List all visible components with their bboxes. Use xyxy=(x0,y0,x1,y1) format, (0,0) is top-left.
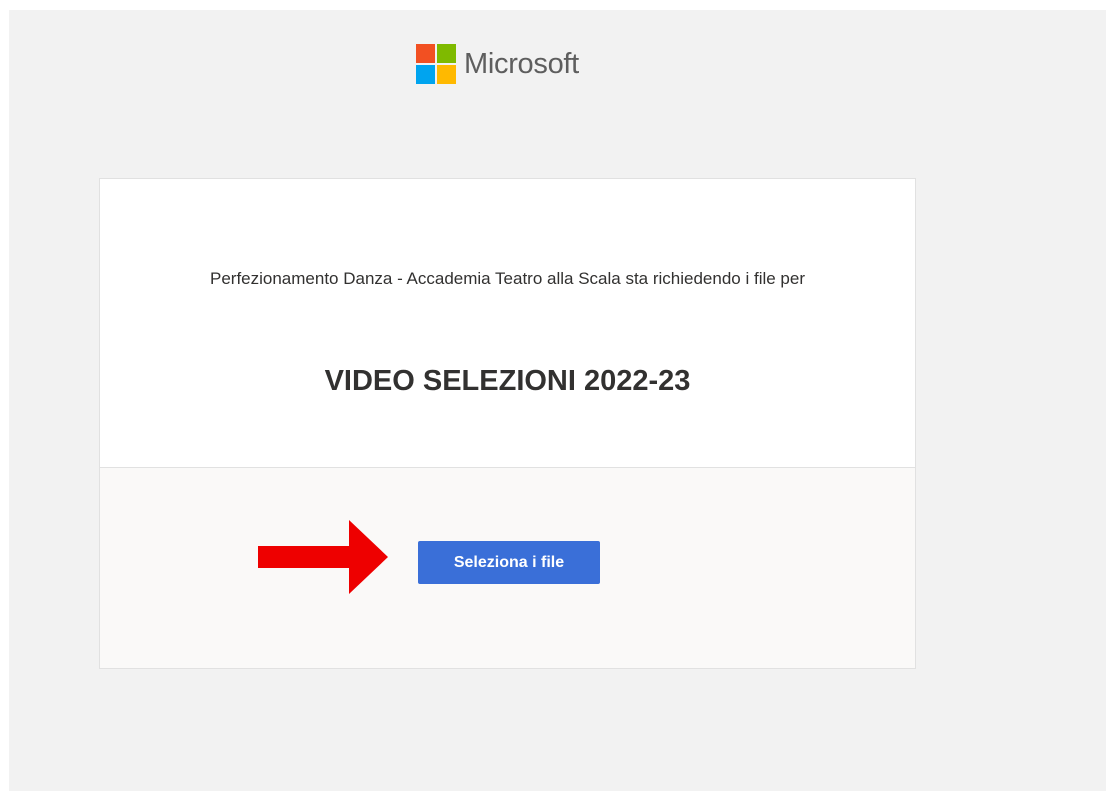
card-header-section: Perfezionamento Danza - Accademia Teatro… xyxy=(100,179,915,468)
brand-header: Microsoft xyxy=(416,44,579,84)
requester-text: Perfezionamento Danza - Accademia Teatro… xyxy=(209,269,806,288)
arrow-shape xyxy=(258,520,388,594)
card-action-section: Seleziona i file xyxy=(100,468,915,668)
microsoft-logo-icon xyxy=(416,44,456,84)
logo-square-red xyxy=(416,44,435,63)
request-title: VIDEO SELEZIONI 2022-23 xyxy=(324,365,691,397)
logo-square-blue xyxy=(416,65,435,84)
logo-square-yellow xyxy=(437,65,456,84)
logo-square-green xyxy=(437,44,456,63)
right-arrow-icon xyxy=(258,520,388,594)
file-request-card: Perfezionamento Danza - Accademia Teatro… xyxy=(99,178,916,669)
select-files-button[interactable]: Seleziona i file xyxy=(418,541,600,584)
brand-name: Microsoft xyxy=(464,47,579,80)
